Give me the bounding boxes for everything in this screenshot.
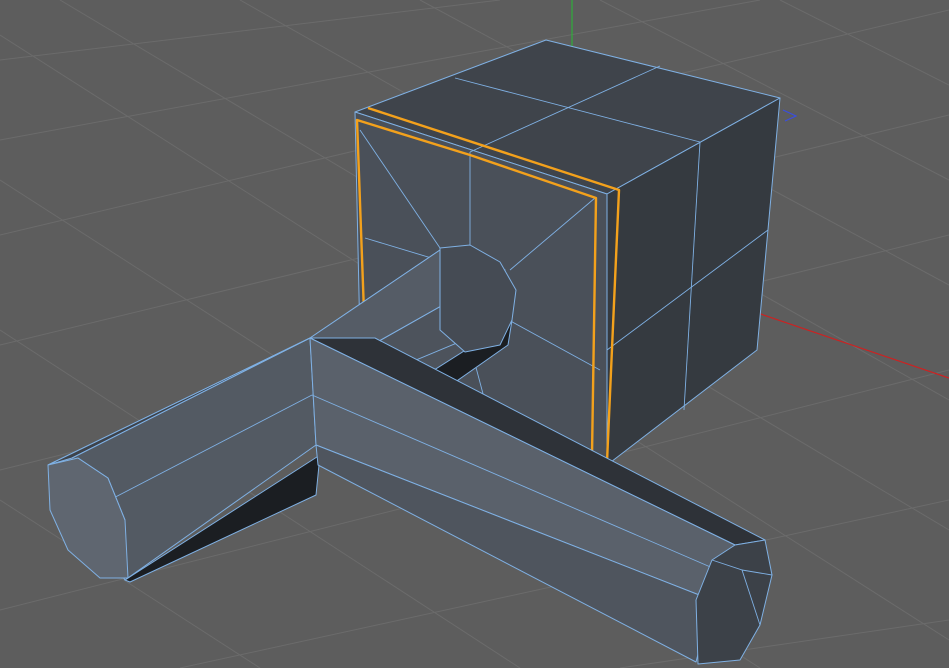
left-arm-cylinder[interactable] xyxy=(47,337,321,583)
3d-viewport[interactable] xyxy=(0,0,949,668)
z-axis-marker xyxy=(782,109,798,122)
viewport-canvas[interactable] xyxy=(0,0,949,668)
